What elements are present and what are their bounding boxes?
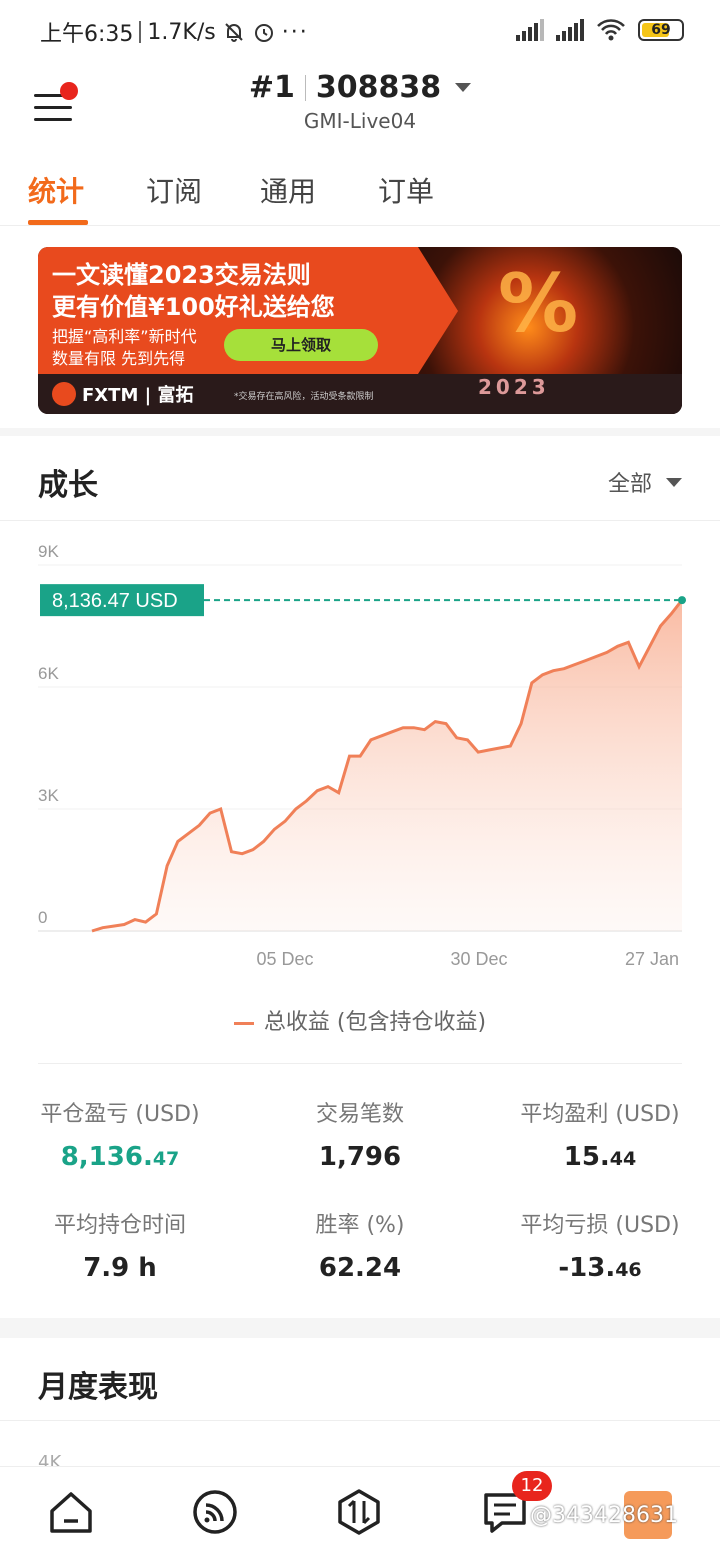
stat-value-int: 62.24 <box>318 1253 402 1283</box>
tab-orders[interactable]: 订单 <box>378 170 434 210</box>
messages-badge: 12 <box>512 1471 552 1501</box>
home-icon[interactable] <box>46 1487 96 1537</box>
status-separator <box>139 21 142 43</box>
tab-bar: 统计 订阅 通用 订单 <box>0 156 720 226</box>
promo-banner[interactable]: 一文读懂2023交易法则 更有价值¥100好礼送给您 把握“高利率”新时代 数量… <box>38 247 682 414</box>
tab-statistics[interactable]: 统计 <box>28 170 84 210</box>
stat-value-dec: 46 <box>615 1259 642 1281</box>
battery-icon: 69 <box>638 19 684 41</box>
stat-value: 62.24 <box>240 1253 480 1283</box>
legend-swatch <box>233 1021 254 1025</box>
x-tick-label: 05 Dec <box>256 949 313 969</box>
stat-value: 1,796 <box>240 1142 480 1172</box>
account-rank: #1 <box>248 70 295 105</box>
mute-bell-icon <box>224 23 243 42</box>
section-gap <box>0 1318 720 1338</box>
status-time: 上午6:35 <box>40 22 134 47</box>
signals-icon[interactable] <box>190 1487 240 1537</box>
growth-title: 成长 <box>38 468 98 503</box>
growth-divider <box>0 520 720 521</box>
fxtm-logo-text: FXTM | 富拓 <box>82 385 194 406</box>
stats-divider <box>38 1063 682 1064</box>
stat-value-int: 15. <box>563 1142 610 1172</box>
header: #1 308838 GMI-Live04 <box>0 64 720 150</box>
range-filter-label: 全部 <box>607 472 652 497</box>
stat-avg-loss: 平均亏损 (USD) -13.46 <box>480 1207 720 1283</box>
wifi-icon <box>597 19 625 41</box>
y-tick-label: 6K <box>38 664 59 683</box>
stat-value: 8,136.47 <box>0 1142 240 1172</box>
stat-value: -13.46 <box>480 1253 720 1283</box>
stat-value: 7.9 h <box>0 1253 240 1283</box>
banner-risk-note: *交易存在高风险，活动受条款限制 <box>234 392 374 402</box>
stat-avg-profit: 平均盈利 (USD) 15.44 <box>480 1096 720 1172</box>
banner-subtitle-1: 把握“高利率”新时代 <box>52 327 197 346</box>
stat-label: 平仓盈亏 (USD) <box>40 1102 200 1127</box>
banner-percent-graphic: % <box>498 257 579 350</box>
banner-title-1: 一文读懂2023交易法则 <box>52 261 311 289</box>
legend-label: 总收益 (包含持仓收益) <box>263 1010 487 1035</box>
y-tick-label: 9K <box>38 542 59 561</box>
stat-win-rate: 胜率 (%) 62.24 <box>240 1207 480 1283</box>
stat-value-int: 7.9 h <box>83 1253 157 1283</box>
tab-general[interactable]: 通用 <box>260 170 316 210</box>
bottom-nav: 12 @343428631 <box>0 1466 720 1560</box>
tab-subscribe[interactable]: 订阅 <box>146 170 202 210</box>
account-number: 308838 <box>315 70 442 105</box>
tab-active-indicator <box>28 220 88 225</box>
stat-value: 15.44 <box>480 1142 720 1172</box>
status-bar: 上午6:35 1.7K/s ··· 69 <box>0 0 720 64</box>
trade-icon[interactable] <box>334 1487 384 1537</box>
banner-claim-button[interactable]: 马上领取 <box>224 329 378 361</box>
stat-label: 平均盈利 (USD) <box>520 1102 680 1127</box>
stat-label: 平均持仓时间 <box>53 1213 186 1238</box>
server-name: GMI-Live04 <box>303 109 417 133</box>
x-tick-label: 30 Dec <box>450 949 507 969</box>
stat-label: 胜率 (%) <box>315 1213 405 1238</box>
monthly-title: 月度表现 <box>38 1370 158 1405</box>
stat-label: 平均亏损 (USD) <box>520 1213 680 1238</box>
network-speed: 1.7K/s <box>147 19 216 45</box>
battery-level: 69 <box>651 22 671 38</box>
stat-closed-pnl: 平仓盈亏 (USD) 8,136.47 <box>0 1096 240 1172</box>
fxtm-logo-icon <box>52 382 76 406</box>
account-switcher[interactable]: #1 308838 GMI-Live04 <box>0 70 720 133</box>
banner-subtitle-2: 数量有限 先到先得 <box>52 349 186 368</box>
y-tick-label: 0 <box>38 908 47 927</box>
stat-trade-count: 交易笔数 1,796 <box>240 1096 480 1172</box>
stat-value-int: 1,796 <box>318 1142 402 1172</box>
stat-value-dec: 44 <box>609 1148 637 1170</box>
section-gap <box>0 428 720 436</box>
chart-legend[interactable]: 总收益 (包含持仓收益) <box>0 1004 720 1036</box>
stat-value-int: -13. <box>558 1253 616 1283</box>
watermark-text: @343428631 <box>530 1503 678 1528</box>
stat-value-int: 8,136. <box>60 1142 153 1172</box>
chevron-down-icon <box>455 83 472 92</box>
hd-signal-icon <box>516 19 544 41</box>
monthly-divider <box>0 1420 720 1421</box>
chevron-down-icon <box>666 477 682 487</box>
stat-value-dec: 47 <box>152 1148 180 1170</box>
alarm-clock-icon <box>254 24 273 42</box>
account-separator <box>304 74 306 101</box>
range-filter[interactable]: 全部 <box>608 466 682 498</box>
banner-title-2: 更有价值¥100好礼送给您 <box>52 293 335 321</box>
series-area <box>92 600 682 931</box>
y-tick-label: 3K <box>38 786 59 805</box>
more-dots-icon: ··· <box>281 19 309 45</box>
stat-label: 交易笔数 <box>315 1102 404 1127</box>
current-value-point <box>678 596 686 605</box>
banner-year-graphic: 2023 <box>478 375 550 399</box>
x-tick-label: 27 Jan <box>625 949 679 969</box>
cell-signal-icon <box>556 19 584 41</box>
growth-chart: 8,136.47 USD 9K 6K 3K 0 05 Dec 30 Dec 27 Jan <box>38 542 686 969</box>
current-value-label: 8,136.47 USD <box>52 590 178 612</box>
stat-avg-hold-time: 平均持仓时间 7.9 h <box>0 1207 240 1283</box>
fxtm-logo: FXTM | 富拓 <box>52 381 193 407</box>
